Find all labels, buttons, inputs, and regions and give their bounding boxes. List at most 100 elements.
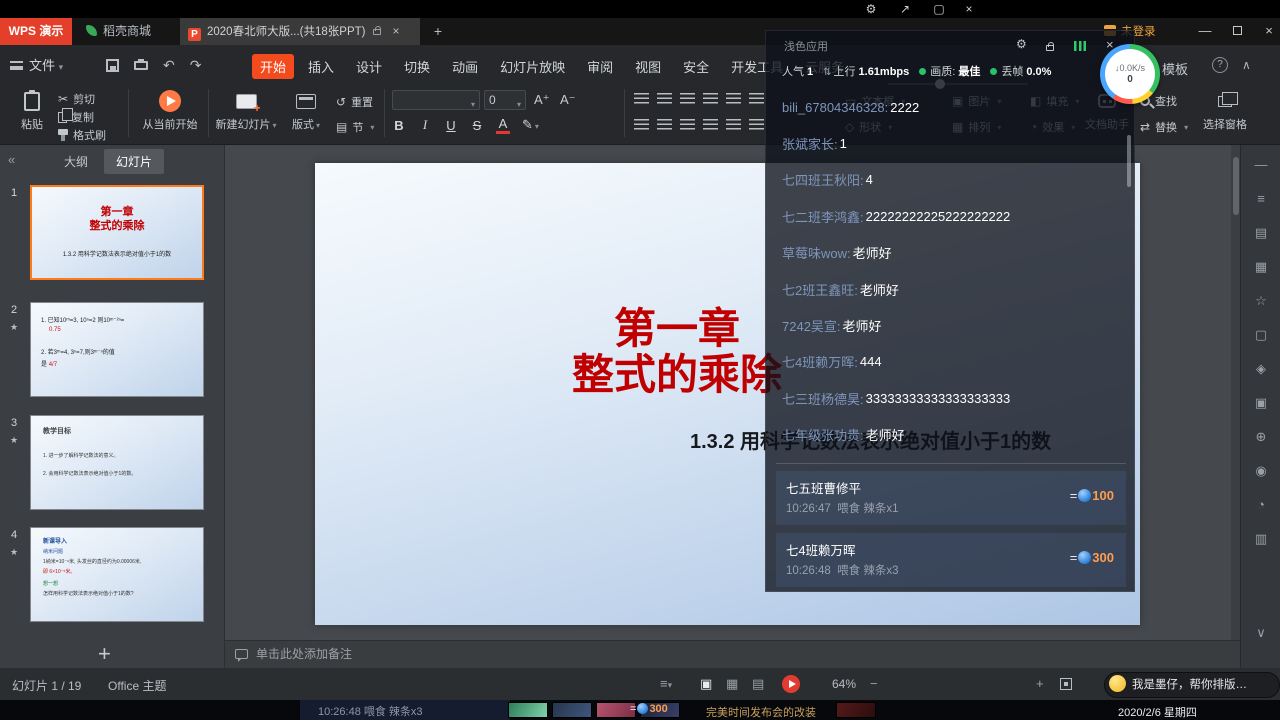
fit-window-button[interactable]: [1060, 678, 1072, 693]
print-icon[interactable]: [134, 59, 148, 70]
tab-store[interactable]: 稻壳商城: [72, 18, 151, 45]
tab-home[interactable]: 开始: [252, 54, 295, 79]
new-slide-button[interactable]: 新建幻灯片▾: [214, 89, 278, 132]
video-thumbnail[interactable]: [552, 702, 592, 718]
frame-panel-icon[interactable]: ▢: [1241, 327, 1280, 343]
notes-bar[interactable]: 单击此处添加备注: [225, 640, 1240, 668]
chat-scrollbar[interactable]: [1127, 135, 1131, 187]
gear-icon[interactable]: ⚙: [860, 1, 882, 17]
layout-button[interactable]: 版式 ▾: [282, 89, 330, 132]
replace-button[interactable]: ⇄ 替换 ▾: [1140, 119, 1188, 135]
font-family-select[interactable]: ▾: [392, 90, 480, 110]
record-panel-icon[interactable]: ◉: [1241, 463, 1280, 479]
tab-animation[interactable]: 动画: [444, 54, 486, 79]
collapse-ribbon-icon[interactable]: ∧: [1242, 58, 1251, 72]
help-icon[interactable]: ?: [1212, 57, 1228, 73]
underline-button[interactable]: U: [444, 118, 458, 133]
canvas-scrollbar[interactable]: [1231, 145, 1240, 640]
align-center-icon[interactable]: [657, 119, 672, 130]
slide-sorter-button[interactable]: ▦: [726, 676, 738, 692]
save-icon[interactable]: [106, 59, 119, 72]
strikethrough-button[interactable]: S: [470, 118, 484, 133]
overlay-settings-icon[interactable]: ⚙: [1016, 37, 1027, 51]
reading-view-button[interactable]: ▤: [752, 676, 764, 692]
popout-icon[interactable]: ↗: [894, 1, 916, 17]
zoom-out-button[interactable]: −: [870, 676, 878, 691]
line-spacing-icon[interactable]: [726, 93, 741, 104]
scrollbar-thumb[interactable]: [1232, 157, 1239, 215]
overlay-lock-icon[interactable]: [1046, 40, 1054, 54]
grow-font-button[interactable]: A⁺: [534, 92, 550, 108]
add-panel-icon[interactable]: ⊕: [1241, 429, 1280, 445]
redo-icon[interactable]: ↷: [190, 57, 202, 74]
media-panel-icon[interactable]: ▣: [1241, 395, 1280, 411]
tab-document[interactable]: P 2020春北师大版...(共18张PPT) ×: [180, 18, 420, 45]
live-chat-overlay[interactable]: 浅色应用 ⚙ × 人气 1 ⇅ 上行 1.61mbps 画质: 最佳 丢帧 0.0% bi…: [765, 30, 1135, 592]
selection-pane-button[interactable]: 选择窗格: [1196, 89, 1254, 132]
app-logo[interactable]: WPS 演示: [0, 18, 72, 45]
undo-icon[interactable]: ↶: [163, 57, 175, 74]
outdent-icon[interactable]: [680, 93, 695, 104]
font-size-select[interactable]: 0 ▾: [484, 90, 526, 110]
slide-thumbnail-4[interactable]: 新课导入 纳米问题 1纳米=10⁻⁹米, 头发丝的直径约为0.00006米, 即…: [30, 527, 204, 622]
close-window-button[interactable]: ×: [1254, 18, 1280, 45]
video-thumbnail[interactable]: [508, 702, 548, 718]
new-tab-button[interactable]: +: [428, 22, 448, 42]
copy-button[interactable]: 复制: [58, 108, 94, 125]
numbering-icon[interactable]: [657, 93, 672, 104]
tab-security[interactable]: 安全: [675, 54, 717, 79]
text-effects-button[interactable]: ✎ ▾: [522, 117, 539, 133]
close-icon[interactable]: ×: [958, 1, 980, 17]
slide-thumbnail-1[interactable]: 第一章 整式的乘除 1.3.2 用科学记数法表示绝对值小于1的数: [30, 185, 204, 280]
tab-transitions[interactable]: 切换: [396, 54, 438, 79]
font-color-button[interactable]: A: [496, 116, 510, 134]
slide-thumbnail-3[interactable]: 教学目标 1. 进一步了解科学记数法的意义。 2. 会用科学记数法表示绝对值小于…: [30, 415, 204, 510]
columns-icon[interactable]: [749, 93, 764, 104]
design-panel-icon[interactable]: ◈: [1241, 361, 1280, 377]
columns-panel-icon[interactable]: ▥: [1241, 531, 1280, 547]
template-button[interactable]: 模板: [1162, 59, 1188, 78]
favorites-panel-icon[interactable]: ☆: [1241, 293, 1280, 309]
network-speed-ball[interactable]: ↓0.0K/s 0: [1100, 44, 1160, 104]
properties-panel-icon[interactable]: ≡: [1241, 191, 1280, 206]
theme-name[interactable]: Office 主题: [108, 677, 166, 694]
more-panel-icon[interactable]: ∨: [1241, 625, 1280, 641]
taskbar-gift-window[interactable]: 10:26:48 喂食 辣条x3: [300, 700, 510, 720]
assistant-bubble[interactable]: 我是墨仔，帮你排版…: [1104, 672, 1280, 698]
tab-view[interactable]: 视图: [627, 54, 669, 79]
tab-slides[interactable]: 幻灯片: [104, 149, 165, 174]
bold-button[interactable]: B: [392, 118, 406, 133]
chat-message-list[interactable]: bili_678043463282222 张斌家长1 七四班王秋阳4 七二班李鸿…: [782, 89, 1120, 453]
justify-icon[interactable]: [703, 119, 718, 130]
indent-icon[interactable]: [703, 93, 718, 104]
play-from-current-button[interactable]: 从当前开始: [136, 89, 204, 132]
format-painter-button[interactable]: 格式刷: [58, 127, 106, 143]
video-thumbnail[interactable]: [836, 702, 876, 718]
shrink-font-button[interactable]: A⁻: [560, 92, 576, 108]
layout-panel-icon[interactable]: ▤: [1241, 225, 1280, 241]
distribute-icon[interactable]: [726, 119, 741, 130]
tab-slideshow[interactable]: 幻灯片放映: [492, 54, 573, 79]
align-right-icon[interactable]: [680, 119, 695, 130]
minimize-window-button[interactable]: —: [1190, 18, 1220, 45]
tab-review[interactable]: 审阅: [579, 54, 621, 79]
normal-view-button[interactable]: ▣: [700, 676, 712, 692]
bullets-icon[interactable]: [634, 93, 649, 104]
tab-design[interactable]: 设计: [348, 54, 390, 79]
slideshow-play-button[interactable]: [782, 675, 800, 693]
resize-handle-icon[interactable]: —: [1241, 157, 1280, 172]
file-menu-button[interactable]: 文件 ▾: [10, 55, 63, 74]
tab-outline[interactable]: 大纲: [52, 149, 100, 174]
paste-button[interactable]: 粘贴: [10, 89, 54, 132]
italic-button[interactable]: I: [418, 117, 432, 133]
close-tab-icon[interactable]: ×: [392, 24, 399, 38]
grid-panel-icon[interactable]: ▦: [1241, 259, 1280, 275]
section-button[interactable]: ▤ 节 ▾: [336, 119, 374, 135]
text-direction-icon[interactable]: [749, 119, 764, 130]
history-panel-icon[interactable]: ◔: [1241, 497, 1280, 512]
reset-button[interactable]: ↺ 重置: [336, 94, 373, 110]
maximize-icon[interactable]: ▢: [928, 1, 950, 17]
zoom-in-button[interactable]: +: [1036, 676, 1044, 691]
tab-insert[interactable]: 插入: [300, 54, 342, 79]
cut-button[interactable]: ✂ 剪切: [58, 91, 95, 107]
